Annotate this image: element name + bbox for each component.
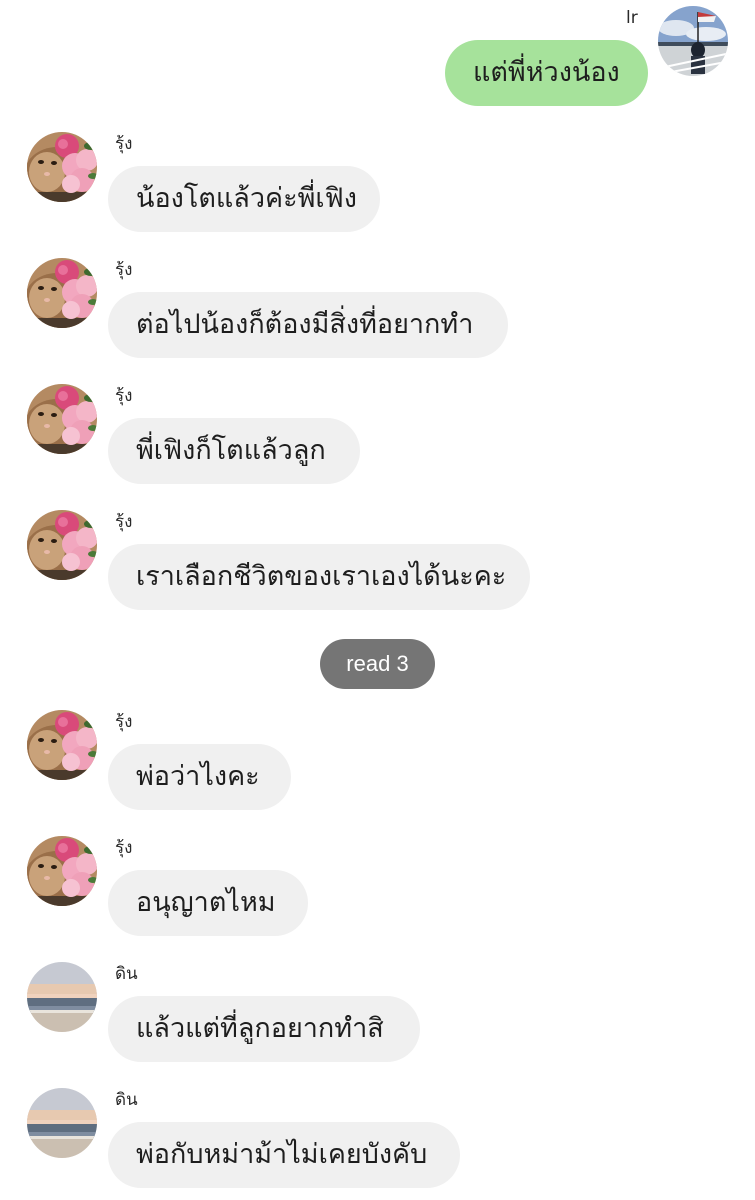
message-bubble[interactable]: พ่อกับหม่าม้าไม่เคยบังคับ <box>108 1122 460 1188</box>
cat-with-flowers-avatar[interactable] <box>27 132 97 202</box>
outgoing-message-bubble[interactable]: แต่พี่ห่วงน้อง <box>445 40 648 106</box>
sender-name: ดิน <box>115 1090 138 1110</box>
cat-with-flowers-avatar[interactable] <box>27 258 97 328</box>
sea-view-photo-avatar[interactable] <box>658 6 728 76</box>
outgoing-message: lr แต่พี่ห่วงน้อง <box>0 0 755 112</box>
sender-name: รุ้ง <box>115 712 133 732</box>
message-bubble[interactable]: พ่อว่าไงคะ <box>108 744 291 810</box>
sender-name: รุ้ง <box>115 386 133 406</box>
message-bubble[interactable]: อนุญาตไหม <box>108 870 308 936</box>
cat-with-flowers-avatar[interactable] <box>27 384 97 454</box>
message-bubble[interactable]: พี่เฟิงก็โตแล้วลูก <box>108 418 360 484</box>
sunset-sea-avatar[interactable] <box>27 1088 97 1158</box>
sender-name: รุ้ง <box>115 134 133 154</box>
cat-with-flowers-avatar[interactable] <box>27 710 97 780</box>
sunset-sea-avatar[interactable] <box>27 962 97 1032</box>
message-bubble[interactable]: ต่อไปน้องก็ต้องมีสิ่งที่อยากทำ <box>108 292 508 358</box>
cat-with-flowers-avatar[interactable] <box>27 510 97 580</box>
sender-name: รุ้ง <box>115 838 133 858</box>
message-bubble[interactable]: แล้วแต่ที่ลูกอยากทำสิ <box>108 996 420 1062</box>
sender-name-lr: lr <box>626 8 638 28</box>
message-bubble[interactable]: น้องโตแล้วค่ะพี่เฟิง <box>108 166 380 232</box>
sender-name: รุ้ง <box>115 512 133 532</box>
sender-name: ดิน <box>115 964 138 984</box>
sender-name: รุ้ง <box>115 260 133 280</box>
message-bubble[interactable]: เราเลือกชีวิตของเราเองได้นะคะ <box>108 544 530 610</box>
read-receipt-badge: read 3 <box>320 639 435 689</box>
cat-with-flowers-avatar[interactable] <box>27 836 97 906</box>
